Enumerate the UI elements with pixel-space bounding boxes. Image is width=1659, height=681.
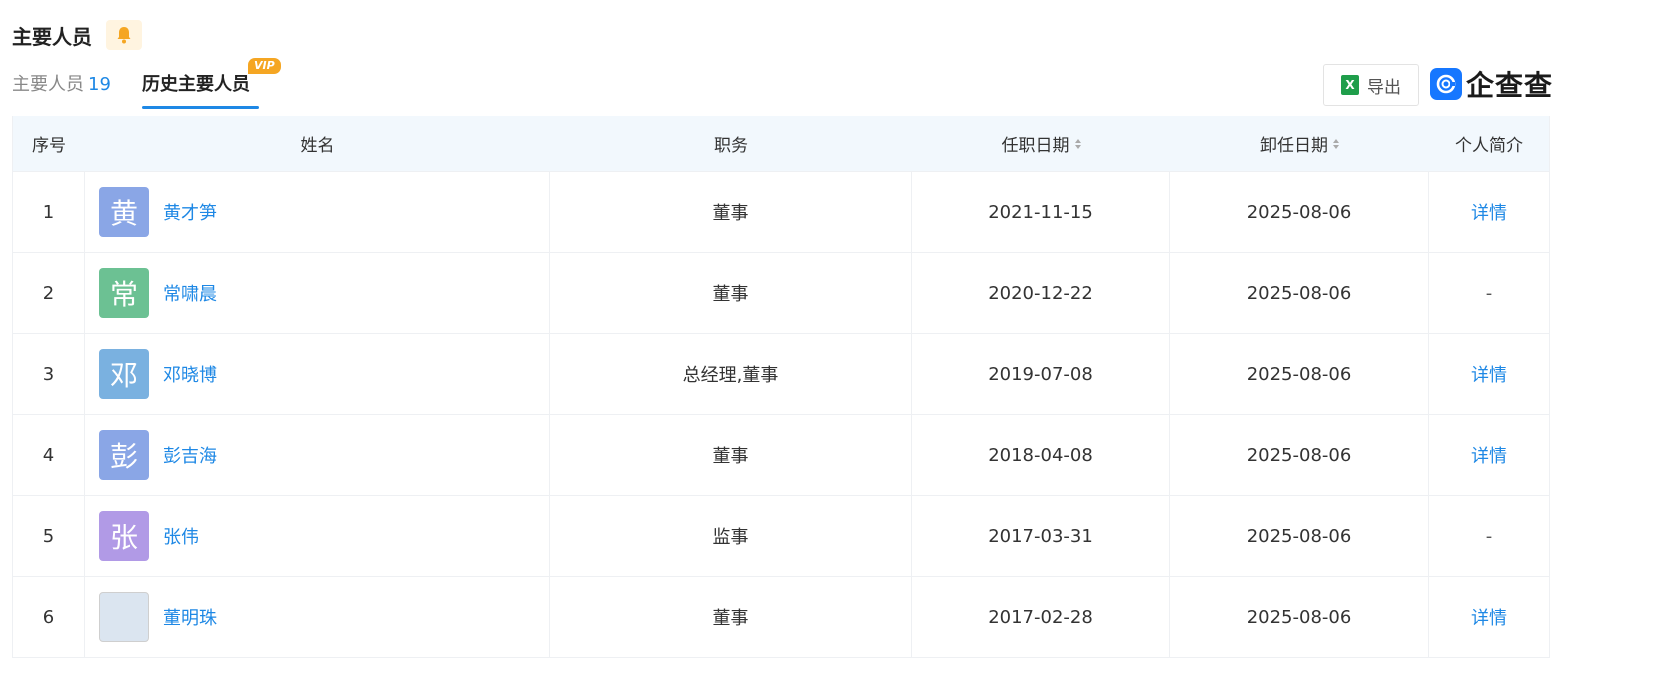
header-end-date[interactable]: 卸任日期 [1170,116,1429,171]
details-link[interactable]: 详情 [1471,442,1507,468]
section-title: 主要人员 [12,20,142,50]
excel-icon: X [1341,75,1359,95]
table-row: 1 黄 黄才笋 董事 2021-11-15 2025-08-06 详情 [13,172,1549,253]
vip-badge: VIP [248,58,281,74]
person-name-link[interactable]: 彭吉海 [163,442,217,468]
row-start-date: 2020-12-22 [912,253,1170,333]
row-name-cell: 黄 黄才笋 [85,172,550,252]
row-index: 6 [13,577,85,657]
section-title-text: 主要人员 [12,24,92,49]
row-end-date: 2025-08-06 [1170,334,1429,414]
excel-icon-text: X [1345,78,1355,92]
person-name-link[interactable]: 常啸晨 [163,280,217,306]
row-position: 总经理,董事 [550,334,912,414]
bio-empty: - [1485,525,1493,547]
row-bio: - [1429,253,1549,333]
row-bio: 详情 [1429,334,1549,414]
person-name-link[interactable]: 邓晓博 [163,361,217,387]
row-position: 董事 [550,415,912,495]
row-position: 监事 [550,496,912,576]
avatar: 邓 [99,349,149,399]
row-position: 董事 [550,253,912,333]
avatar: 彭 [99,430,149,480]
tab-main-personnel[interactable]: 主要人员 19 [12,72,111,98]
bio-empty: - [1485,282,1493,304]
avatar: 黄 [99,187,149,237]
row-name-cell: 彭 彭吉海 [85,415,550,495]
row-position: 董事 [550,577,912,657]
table-row: 5 张 张伟 监事 2017-03-31 2025-08-06 - [13,496,1549,577]
row-name-cell: 董明珠 [85,577,550,657]
header-bio: 个人简介 [1455,136,1523,156]
row-start-date: 2017-02-28 [912,577,1170,657]
sort-icon[interactable] [1074,138,1081,149]
row-position: 董事 [550,172,912,252]
table-row: 6 董明珠 董事 2017-02-28 2025-08-06 详情 [13,577,1549,658]
details-link[interactable]: 详情 [1471,604,1507,630]
row-start-date: 2017-03-31 [912,496,1170,576]
row-end-date: 2025-08-06 [1170,577,1429,657]
avatar: 张 [99,511,149,561]
header-end-date-label: 卸任日期 [1260,136,1328,156]
row-start-date: 2019-07-08 [912,334,1170,414]
personnel-table: 序号 姓名 职务 任职日期 卸任日期 个人简介 1 黄 黄才笋 董事 2021-… [12,116,1550,658]
row-end-date: 2025-08-06 [1170,172,1429,252]
details-link[interactable]: 详情 [1471,199,1507,225]
avatar: 常 [99,268,149,318]
brand-logo-icon [1430,68,1462,100]
brand-logo-text: 企查查 [1466,69,1554,102]
tab-history-personnel[interactable]: 历史主要人员 [142,72,250,98]
row-end-date: 2025-08-06 [1170,496,1429,576]
row-end-date: 2025-08-06 [1170,253,1429,333]
main-personnel-page: 主要人员 主要人员 19 历史主要人员 VIP X 导出 企查查 序号 姓名 职… [0,0,1659,681]
header-index: 序号 [32,136,66,156]
row-index: 4 [13,415,85,495]
active-tab-indicator [142,106,259,109]
row-start-date: 2018-04-08 [912,415,1170,495]
header-position: 职务 [714,136,748,156]
brand-logo: 企查查 [1430,64,1553,104]
row-name-cell: 常 常啸晨 [85,253,550,333]
table-row: 2 常 常啸晨 董事 2020-12-22 2025-08-06 - [13,253,1549,334]
row-index: 3 [13,334,85,414]
row-index: 2 [13,253,85,333]
table-header-row: 序号 姓名 职务 任职日期 卸任日期 个人简介 [13,116,1549,172]
tab-history-personnel-label: 历史主要人员 [142,74,250,95]
row-end-date: 2025-08-06 [1170,415,1429,495]
avatar-photo [99,592,149,642]
header-start-date[interactable]: 任职日期 [912,116,1170,171]
person-name-link[interactable]: 董明珠 [163,604,217,630]
row-bio: - [1429,496,1549,576]
table-row: 4 彭 彭吉海 董事 2018-04-08 2025-08-06 详情 [13,415,1549,496]
details-link[interactable]: 详情 [1471,361,1507,387]
row-index: 5 [13,496,85,576]
table-row: 3 邓 邓晓博 总经理,董事 2019-07-08 2025-08-06 详情 [13,334,1549,415]
row-bio: 详情 [1429,415,1549,495]
header-name: 姓名 [300,136,335,156]
row-name-cell: 张 张伟 [85,496,550,576]
export-button[interactable]: X 导出 [1323,64,1419,106]
tab-main-personnel-count: 19 [88,74,111,95]
person-name-link[interactable]: 张伟 [163,523,199,549]
header-start-date-label: 任职日期 [1001,136,1070,156]
bell-icon[interactable] [106,20,142,50]
sort-icon[interactable] [1333,138,1339,149]
row-start-date: 2021-11-15 [912,172,1170,252]
export-button-label: 导出 [1367,77,1401,98]
row-name-cell: 邓 邓晓博 [85,334,550,414]
row-bio: 详情 [1429,577,1549,657]
row-index: 1 [13,172,85,252]
tab-main-personnel-label: 主要人员 [12,74,84,95]
row-bio: 详情 [1429,172,1549,252]
person-name-link[interactable]: 黄才笋 [163,199,217,225]
